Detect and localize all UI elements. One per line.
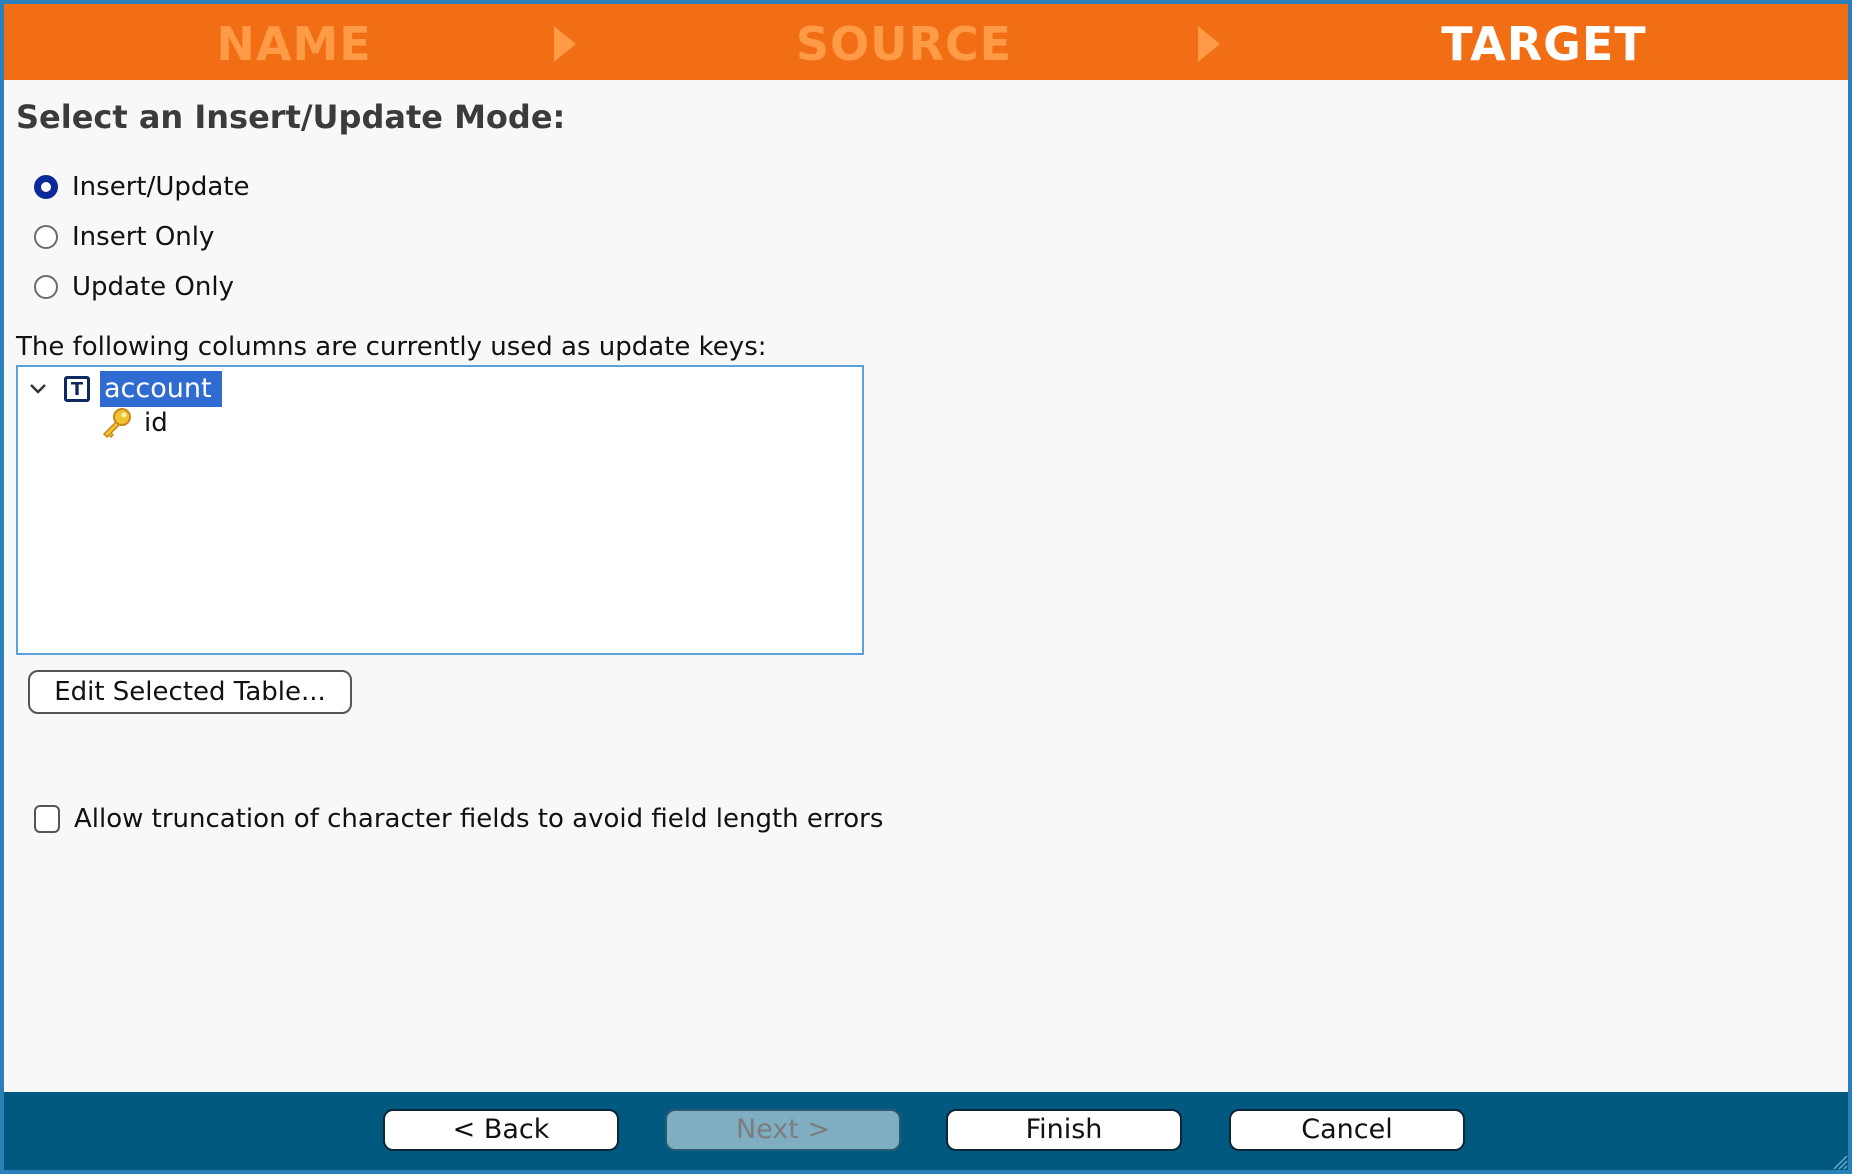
cancel-button[interactable]: Cancel <box>1229 1109 1465 1151</box>
step-source: SOURCE <box>795 17 1013 71</box>
tree-node-id[interactable]: id <box>100 405 168 441</box>
next-button: Next > <box>665 1109 901 1151</box>
radio-insert-update[interactable]: Insert/Update <box>34 167 250 207</box>
radio-insert-only[interactable]: Insert Only <box>34 217 214 257</box>
truncation-option[interactable]: Allow truncation of character fields to … <box>34 804 883 834</box>
resize-grip-icon[interactable] <box>1828 1150 1848 1170</box>
step-name: NAME <box>216 17 372 71</box>
radio-label: Update Only <box>72 272 234 302</box>
radio-button[interactable] <box>34 275 58 299</box>
update-keys-tree[interactable]: T account id <box>16 365 864 655</box>
wizard-steps-header: NAME SOURCE TARGET <box>4 4 1848 80</box>
radio-button-checked[interactable] <box>34 175 58 199</box>
truncation-label: Allow truncation of character fields to … <box>74 804 884 834</box>
wizard-footer: < Back Next > Finish Cancel <box>4 1092 1848 1170</box>
tree-node-label[interactable]: account <box>100 371 222 407</box>
page-title: Select an Insert/Update Mode: <box>16 98 566 136</box>
key-icon <box>100 406 134 440</box>
update-keys-label: The following columns are currently used… <box>16 332 767 362</box>
radio-label: Insert/Update <box>72 172 250 202</box>
radio-button[interactable] <box>34 225 58 249</box>
truncation-checkbox[interactable] <box>34 805 60 833</box>
radio-update-only[interactable]: Update Only <box>34 267 234 307</box>
step-arrow-icon <box>554 26 576 62</box>
back-button[interactable]: < Back <box>383 1109 619 1151</box>
finish-button[interactable]: Finish <box>946 1109 1182 1151</box>
tree-node-label: id <box>144 408 168 438</box>
step-arrow-icon <box>1198 26 1220 62</box>
wizard-window: NAME SOURCE TARGET Select an Insert/Upda… <box>4 4 1848 1170</box>
table-icon: T <box>64 376 90 402</box>
chevron-down-icon[interactable] <box>28 379 48 399</box>
edit-selected-table-button[interactable]: Edit Selected Table... <box>28 670 352 714</box>
tree-node-account[interactable]: T account <box>28 371 222 407</box>
step-target: TARGET <box>1441 17 1647 71</box>
radio-label: Insert Only <box>72 222 215 252</box>
